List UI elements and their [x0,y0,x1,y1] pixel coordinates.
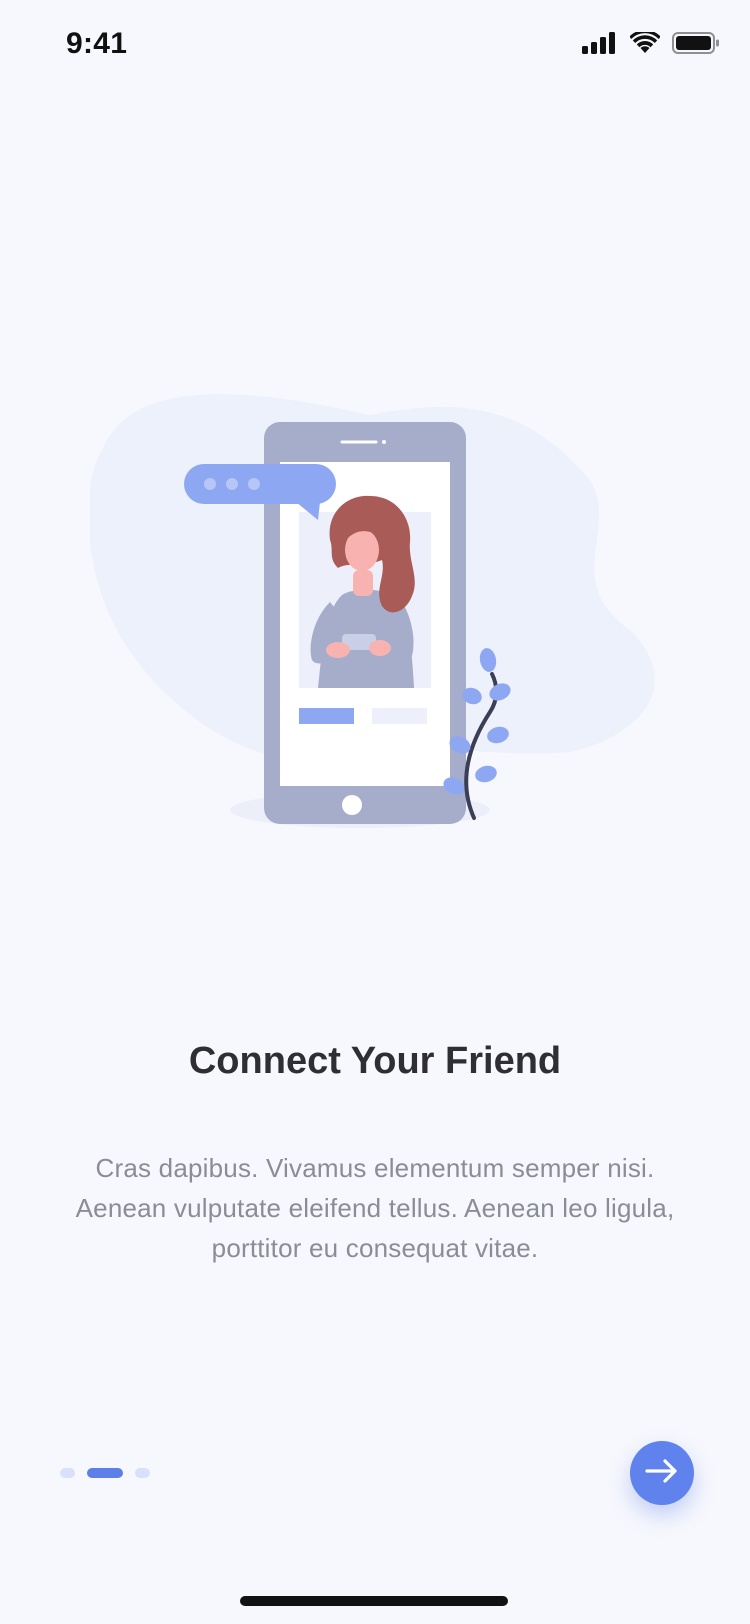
screen-button-primary [299,708,354,724]
page-dot-3[interactable] [135,1468,150,1478]
status-bar: 9:41 [0,0,750,90]
page-indicator [60,1468,150,1478]
onboarding-description: Cras dapibus. Vivamus elementum semper n… [75,1153,675,1263]
phone-home-button [342,795,362,815]
status-time: 9:41 [66,27,128,60]
cellular-signal-icon [582,32,618,54]
onboarding-title: Connect Your Friend [188,1040,562,1082]
woman-holding-phone-illustration [87,390,670,850]
home-indicator[interactable] [240,1596,508,1606]
page-dot-1[interactable] [60,1468,75,1478]
wifi-icon [630,32,660,54]
status-icons [582,32,720,54]
arrow-right-icon [645,1458,679,1488]
battery-icon [672,32,720,54]
page-dot-2-active[interactable] [87,1468,123,1478]
screen-button-secondary [372,708,427,724]
next-button[interactable] [630,1441,694,1505]
